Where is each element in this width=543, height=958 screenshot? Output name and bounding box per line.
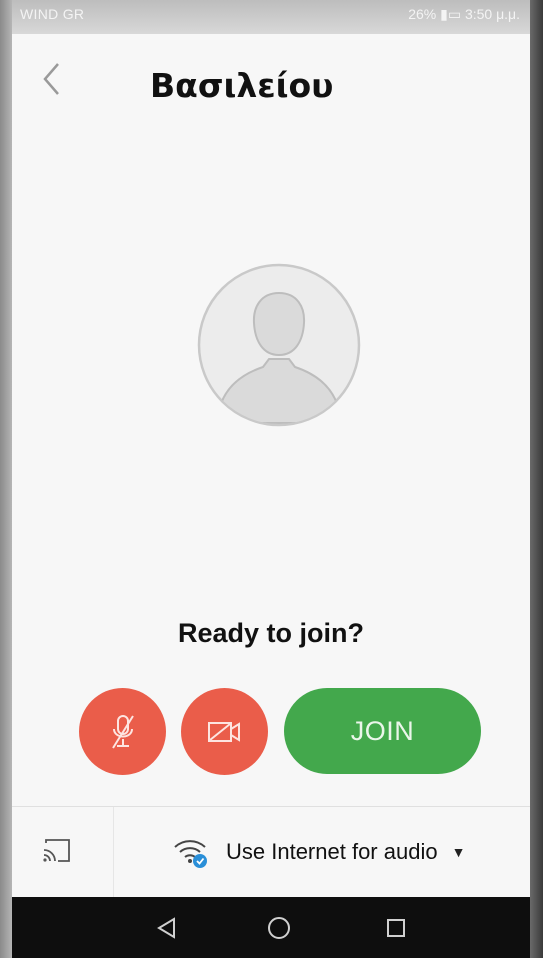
wifi-audio-icon xyxy=(174,840,207,868)
back-icon xyxy=(43,63,59,95)
avatar xyxy=(197,263,361,427)
page-title: Βασιλείου xyxy=(150,66,334,105)
nav-home-button[interactable] xyxy=(264,913,294,943)
status-battery-time: 26% ▮▭ 3:50 μ.μ. xyxy=(408,6,520,22)
nav-back-icon xyxy=(157,917,175,939)
cast-button[interactable] xyxy=(42,838,72,864)
mic-off-icon xyxy=(111,714,134,749)
nav-recents-icon xyxy=(387,919,405,937)
nav-recents-button[interactable] xyxy=(381,913,411,943)
stop-video-button[interactable] xyxy=(181,688,268,775)
bottom-vertical-divider xyxy=(113,807,114,897)
cast-icon xyxy=(43,839,70,862)
dropdown-caret-icon: ▼ xyxy=(451,844,466,860)
phone-edge-right xyxy=(530,0,543,958)
join-button[interactable]: JOIN xyxy=(284,688,481,774)
nav-home-icon xyxy=(268,917,290,939)
ready-text: Ready to join? xyxy=(177,618,364,648)
android-nav-bar xyxy=(12,897,530,958)
audio-option-selector[interactable]: Use Internet for audio ▼ xyxy=(172,834,465,870)
status-bar: WIND GR 26% ▮▭ 3:50 μ.μ. xyxy=(12,0,530,34)
audio-option-label: Use Internet for audio xyxy=(226,839,438,864)
mute-mic-button[interactable] xyxy=(79,688,166,775)
bottom-divider xyxy=(12,806,530,807)
avatar-icon xyxy=(197,263,361,427)
back-button[interactable] xyxy=(34,58,70,100)
video-off-icon xyxy=(207,721,240,742)
carrier-label: WIND GR xyxy=(20,6,85,22)
phone-screen: WIND GR 26% ▮▭ 3:50 μ.μ. Βασιλείου Ready… xyxy=(12,0,530,958)
nav-back-button[interactable] xyxy=(152,913,182,943)
phone-edge-left xyxy=(0,0,12,958)
